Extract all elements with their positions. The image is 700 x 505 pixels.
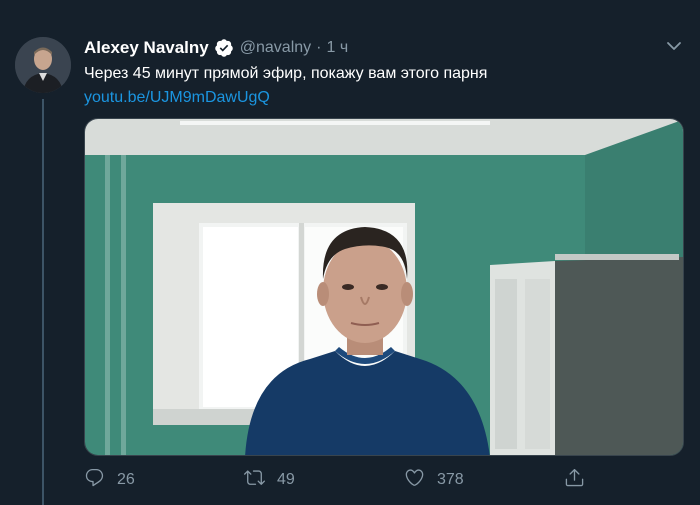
retweet-icon bbox=[244, 467, 265, 493]
tweet-card[interactable]: Alexey Navalny @navalny · 1 ч Через 45 м… bbox=[0, 0, 700, 505]
tweet-time[interactable]: 1 ч bbox=[326, 39, 348, 57]
avatar[interactable] bbox=[15, 37, 71, 93]
like-button[interactable]: 378 bbox=[404, 466, 464, 494]
share-button[interactable] bbox=[564, 466, 585, 494]
reply-icon bbox=[84, 467, 105, 493]
reply-button[interactable]: 26 bbox=[84, 466, 135, 494]
like-count: 378 bbox=[437, 471, 464, 488]
share-icon bbox=[564, 467, 585, 493]
tweet-text: Через 45 минут прямой эфир, покажу вам э… bbox=[84, 65, 488, 82]
verified-badge-icon bbox=[214, 38, 234, 58]
tweet-actions: 26 49 378 bbox=[84, 466, 684, 494]
retweet-button[interactable]: 49 bbox=[244, 466, 295, 494]
tweet-header: Alexey Navalny @navalny · 1 ч bbox=[84, 36, 348, 60]
heart-icon bbox=[404, 467, 425, 493]
retweet-count: 49 bbox=[277, 471, 295, 488]
author-handle[interactable]: @navalny bbox=[240, 39, 311, 57]
reply-count: 26 bbox=[117, 471, 135, 488]
tweet-media-image[interactable] bbox=[84, 118, 684, 456]
tweet-link[interactable]: youtu.be/UJM9mDawUgQ bbox=[84, 87, 270, 109]
separator-dot: · bbox=[316, 39, 322, 56]
thread-line bbox=[42, 99, 44, 505]
more-options-chevron-down-icon[interactable] bbox=[664, 36, 684, 56]
author-name[interactable]: Alexey Navalny bbox=[84, 38, 209, 58]
